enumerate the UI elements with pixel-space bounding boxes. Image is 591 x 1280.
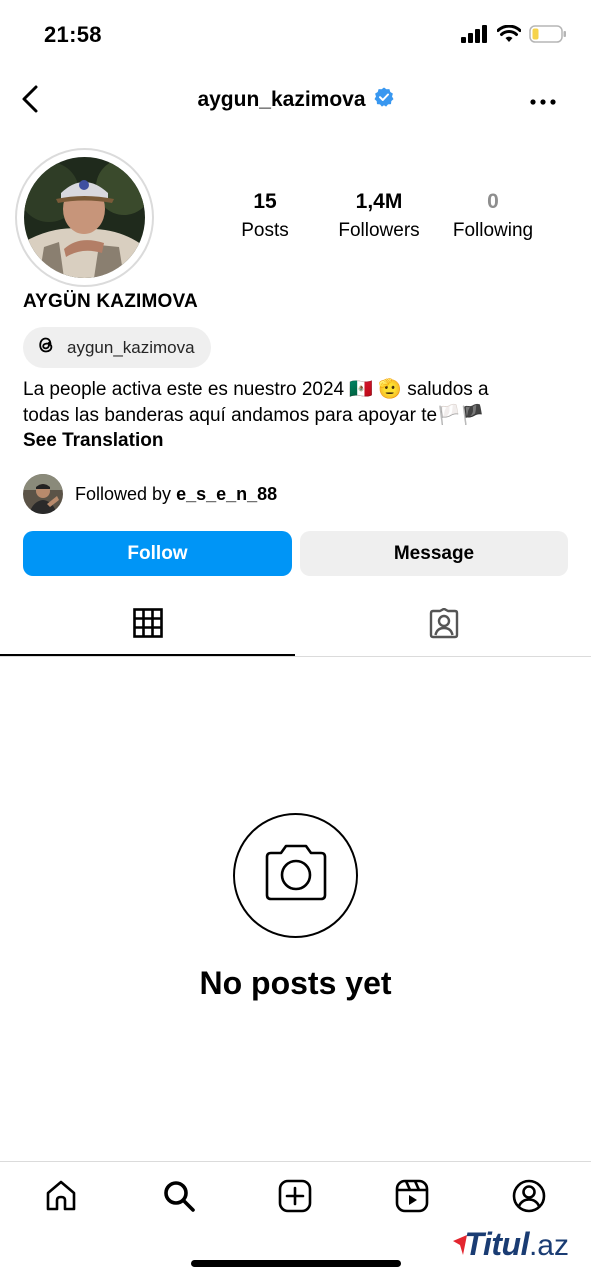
stat-label: Posts (241, 220, 289, 241)
nav-reels[interactable] (394, 1179, 430, 1218)
bio-line: La people activa este es nuestro 2024 🇲🇽… (23, 379, 489, 400)
stat-value: 15 (253, 190, 277, 213)
nav-search[interactable] (161, 1180, 197, 1216)
stat-label: Following (452, 220, 534, 241)
threads-profile-link[interactable]: aygun_kazimova (23, 327, 211, 368)
status-icons (461, 24, 567, 49)
search-icon (162, 1179, 196, 1218)
bio-line: todas las banderas aquí andamos para apo… (23, 405, 485, 426)
profile-avatar-ring[interactable] (15, 148, 154, 287)
stat-value: 1,4M (355, 190, 403, 213)
stat-following[interactable]: 0 Following (433, 190, 553, 242)
profile-icon (512, 1179, 546, 1218)
cellular-signal-icon (461, 25, 489, 48)
grid-icon (132, 607, 163, 643)
follow-button[interactable]: Follow (23, 531, 292, 576)
empty-state-title: No posts yet (199, 965, 392, 1001)
message-button[interactable]: Message (300, 531, 568, 576)
tab-posts-grid[interactable] (0, 596, 295, 656)
display-name: AYGÜN KAZIMOVA (23, 291, 198, 312)
camera-icon (261, 843, 331, 908)
verified-badge-icon (374, 87, 394, 112)
avatar (24, 157, 145, 278)
more-horizontal-icon (530, 92, 556, 110)
more-options-button[interactable] (525, 86, 561, 116)
home-icon (44, 1179, 78, 1218)
mutual-follower-avatar (23, 474, 63, 514)
watermark-logo: Titul .az (452, 1226, 569, 1263)
mutual-followers-row[interactable]: Followed by e_s_e_n_88 (23, 474, 277, 514)
home-indicator (191, 1260, 401, 1267)
profile-bio: La people activa este es nuestro 2024 🇲🇽… (23, 377, 563, 429)
tagged-user-icon (428, 607, 460, 645)
threads-handle: aygun_kazimova (67, 337, 195, 357)
followed-by-user[interactable]: e_s_e_n_88 (176, 484, 277, 504)
header-title-group: aygun_kazimova (0, 87, 591, 112)
see-translation-link[interactable]: See Translation (23, 430, 163, 452)
bottom-navigation (0, 1161, 591, 1231)
status-time: 21:58 (44, 22, 102, 47)
followed-by-text: Followed by e_s_e_n_88 (75, 484, 277, 505)
empty-state-icon-circle (233, 813, 358, 938)
battery-icon (529, 24, 567, 49)
status-bar: 21:58 (0, 0, 591, 70)
tab-tagged[interactable] (296, 596, 591, 656)
nav-create[interactable] (277, 1179, 313, 1218)
threads-icon (35, 334, 57, 361)
stat-posts[interactable]: 15 Posts (205, 190, 325, 242)
wifi-icon (496, 24, 522, 48)
profile-header: aygun_kazimova (0, 78, 591, 124)
stat-label: Followers (338, 220, 420, 241)
watermark-tld: .az (528, 1229, 569, 1262)
nav-home[interactable] (43, 1180, 79, 1216)
stat-value: 0 (487, 190, 499, 213)
nav-profile[interactable] (511, 1179, 547, 1218)
create-icon (278, 1179, 312, 1218)
profile-tabs (0, 596, 591, 657)
profile-username: aygun_kazimova (197, 87, 366, 111)
reels-icon (395, 1179, 429, 1218)
watermark-main: Titul (464, 1226, 530, 1262)
followed-by-prefix: Followed by (75, 483, 177, 504)
stat-followers[interactable]: 1,4M Followers (319, 190, 439, 242)
